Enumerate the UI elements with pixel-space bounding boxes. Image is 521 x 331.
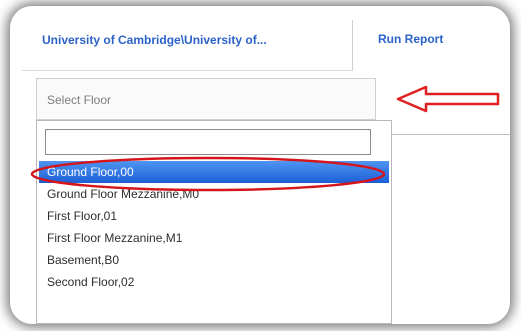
row-divider <box>382 134 510 135</box>
red-highlight-ellipse <box>30 156 386 192</box>
organization-cell: University of Cambridge\University of... <box>22 20 353 71</box>
floor-select-placeholder: Select Floor <box>47 93 112 107</box>
report-panel: University of Cambridge\University of...… <box>10 6 510 324</box>
arrow-shape <box>396 85 500 113</box>
floor-option[interactable]: Basement,B0 <box>39 249 389 271</box>
red-arrow-annotation <box>396 85 500 113</box>
floor-option[interactable]: First Floor Mezzanine,M1 <box>39 227 389 249</box>
run-report-link[interactable]: Run Report <box>378 32 443 46</box>
floor-filter-input[interactable] <box>45 129 371 155</box>
floor-select[interactable]: Select Floor <box>36 78 376 120</box>
floor-option[interactable]: First Floor,01 <box>39 205 389 227</box>
floor-dropdown: Ground Floor,00 Ground Floor Mezzanine,M… <box>36 120 392 324</box>
floor-option[interactable]: Second Floor,02 <box>39 271 389 293</box>
highlight-ellipse-shape <box>30 156 386 192</box>
organization-link[interactable]: University of Cambridge\University of... <box>42 33 267 47</box>
